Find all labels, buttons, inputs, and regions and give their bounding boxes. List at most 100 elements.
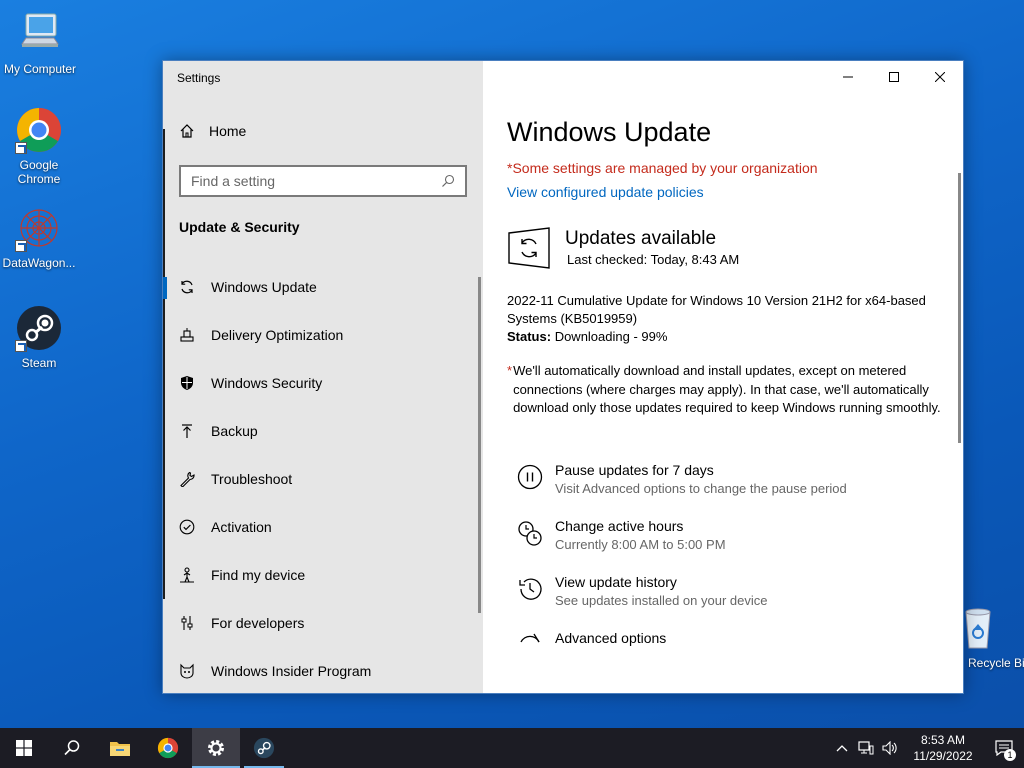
desktop-icon-chrome[interactable]: Google Chrome: [0, 106, 79, 186]
option-active-hours[interactable]: Change active hours Currently 8:00 AM to…: [517, 518, 947, 552]
option-advanced-options[interactable]: Advanced options: [517, 630, 947, 658]
nav-item-delivery-optimization[interactable]: Delivery Optimization: [163, 311, 481, 359]
option-title: View update history: [555, 573, 677, 590]
option-title: Advanced options: [555, 629, 667, 646]
taskbar-file-explorer[interactable]: [96, 728, 144, 768]
system-tray: 8:53 AM 11/29/2022 1: [830, 728, 1024, 768]
windows-logo-icon: [16, 740, 32, 756]
option-update-history[interactable]: View update history See updates installe…: [517, 574, 947, 608]
status-value: Downloading - 99%: [554, 329, 668, 344]
update-status: Status: Downloading - 99%: [507, 328, 947, 346]
policies-link[interactable]: View configured update policies: [507, 184, 947, 200]
start-button[interactable]: [0, 728, 48, 768]
nav-item-label: Activation: [211, 519, 272, 535]
steam-icon: [253, 737, 275, 759]
advanced-sync-icon: [520, 633, 540, 642]
nav-item-find-my-device[interactable]: Find my device: [163, 551, 481, 599]
folder-icon: [110, 742, 130, 756]
option-title: Change active hours: [555, 517, 684, 534]
auto-download-note: * We'll automatically download and insta…: [507, 362, 947, 418]
last-checked: Last checked: Today, 8:43 AM: [567, 252, 740, 267]
tray-volume[interactable]: [878, 728, 902, 768]
speaker-icon: [882, 741, 897, 755]
option-pause-updates[interactable]: Pause updates for 7 days Visit Advanced …: [517, 462, 947, 496]
nav-item-label: Delivery Optimization: [211, 327, 344, 343]
note-text: We'll automatically download and install…: [513, 363, 941, 415]
nav-item-windows-security[interactable]: Windows Security: [163, 359, 481, 407]
nav-item-windows-update[interactable]: Windows Update: [163, 263, 481, 311]
search-taskbar-button[interactable]: [48, 728, 96, 768]
content-scrollbar[interactable]: [958, 173, 961, 443]
option-subtitle: Visit Advanced options to change the pau…: [555, 480, 847, 496]
settings-content-pane: Windows Update *Some settings are manage…: [483, 61, 963, 693]
desktop-icon-label: Steam: [21, 356, 57, 370]
delivery-icon: [179, 327, 195, 343]
minimize-button[interactable]: [825, 61, 871, 93]
insider-cat-icon: [179, 663, 195, 679]
update-status-block: Updates available Last checked: Today, 8…: [507, 226, 947, 270]
nav-item-label: Windows Insider Program: [211, 663, 372, 679]
network-icon: [858, 741, 874, 755]
desktop-icon-steam[interactable]: Steam: [0, 304, 79, 370]
status-title: Updates available: [565, 228, 717, 249]
action-center-button[interactable]: 1: [984, 728, 1024, 768]
nav-item-troubleshoot[interactable]: Troubleshoot: [163, 455, 481, 503]
search-box[interactable]: [179, 165, 467, 197]
option-subtitle: See updates installed on your device: [555, 592, 768, 608]
chevron-up-icon: [836, 745, 848, 752]
desktop-icon-my-computer[interactable]: My Computer: [0, 10, 80, 76]
desktop-icon-label: Google Chrome: [17, 158, 61, 186]
nav-item-label: Backup: [211, 423, 258, 439]
taskbar-steam[interactable]: [240, 728, 288, 768]
close-button[interactable]: [917, 61, 963, 93]
tray-network[interactable]: [854, 728, 878, 768]
search-icon[interactable]: [441, 174, 455, 188]
nav-home[interactable]: Home: [179, 123, 246, 139]
shortcut-arrow-icon: [15, 340, 27, 352]
nav-item-label: Find my device: [211, 567, 306, 583]
windows-update-page: Windows Update *Some settings are manage…: [507, 117, 947, 680]
chrome-icon: [15, 106, 63, 154]
minimize-icon: [843, 76, 853, 78]
taskbar-chrome[interactable]: [144, 728, 192, 768]
nav-item-windows-insider-program[interactable]: Windows Insider Program: [163, 647, 481, 693]
steam-icon: [15, 304, 63, 352]
active-hours-icon: [518, 520, 542, 546]
taskbar-settings[interactable]: [192, 728, 240, 768]
tray-overflow-button[interactable]: [830, 728, 854, 768]
home-icon: [180, 124, 194, 138]
nav-item-for-developers[interactable]: For developers: [163, 599, 481, 647]
chrome-icon: [157, 737, 179, 759]
taskbar-clock[interactable]: 8:53 AM 11/29/2022: [908, 732, 978, 764]
desktop-icon-label: DataWagon...: [2, 256, 76, 270]
maximize-button[interactable]: [871, 61, 917, 93]
shortcut-arrow-icon: [15, 142, 27, 154]
clock-date: 11/29/2022: [913, 749, 973, 763]
nav-scrollbar[interactable]: [478, 277, 481, 613]
settings-nav-pane: Settings Home Update & Security Windows …: [163, 61, 483, 693]
nav-item-label: Windows Update: [211, 279, 317, 295]
update-status-icon: [508, 227, 550, 269]
developer-sliders-icon: [179, 615, 195, 631]
window-title: Settings: [177, 71, 221, 85]
nav-item-label: Troubleshoot: [211, 471, 293, 487]
nav-item-activation[interactable]: Activation: [163, 503, 481, 551]
search-input[interactable]: [191, 173, 441, 189]
page-title: Windows Update: [507, 117, 712, 147]
desktop-icon-label: My Computer: [3, 62, 77, 76]
maximize-icon: [889, 72, 899, 82]
nav-item-backup[interactable]: Backup: [163, 407, 481, 455]
nav-home-label: Home: [209, 123, 247, 139]
datawagon-icon: [15, 204, 63, 252]
person-location-icon: [179, 567, 195, 583]
taskbar: 8:53 AM 11/29/2022 1: [0, 728, 1024, 768]
managed-notice: *Some settings are managed by your organ…: [507, 160, 818, 176]
sync-icon: [179, 279, 195, 295]
pause-icon: [517, 464, 543, 489]
desktop-icon-datawagon[interactable]: DataWagon...: [0, 204, 79, 270]
nav-list: Windows Update Delivery Optimization Win…: [163, 263, 481, 693]
shortcut-arrow-icon: [15, 240, 27, 252]
shield-icon: [179, 375, 195, 391]
check-circle-icon: [179, 519, 195, 535]
nav-item-label: For developers: [211, 615, 305, 631]
